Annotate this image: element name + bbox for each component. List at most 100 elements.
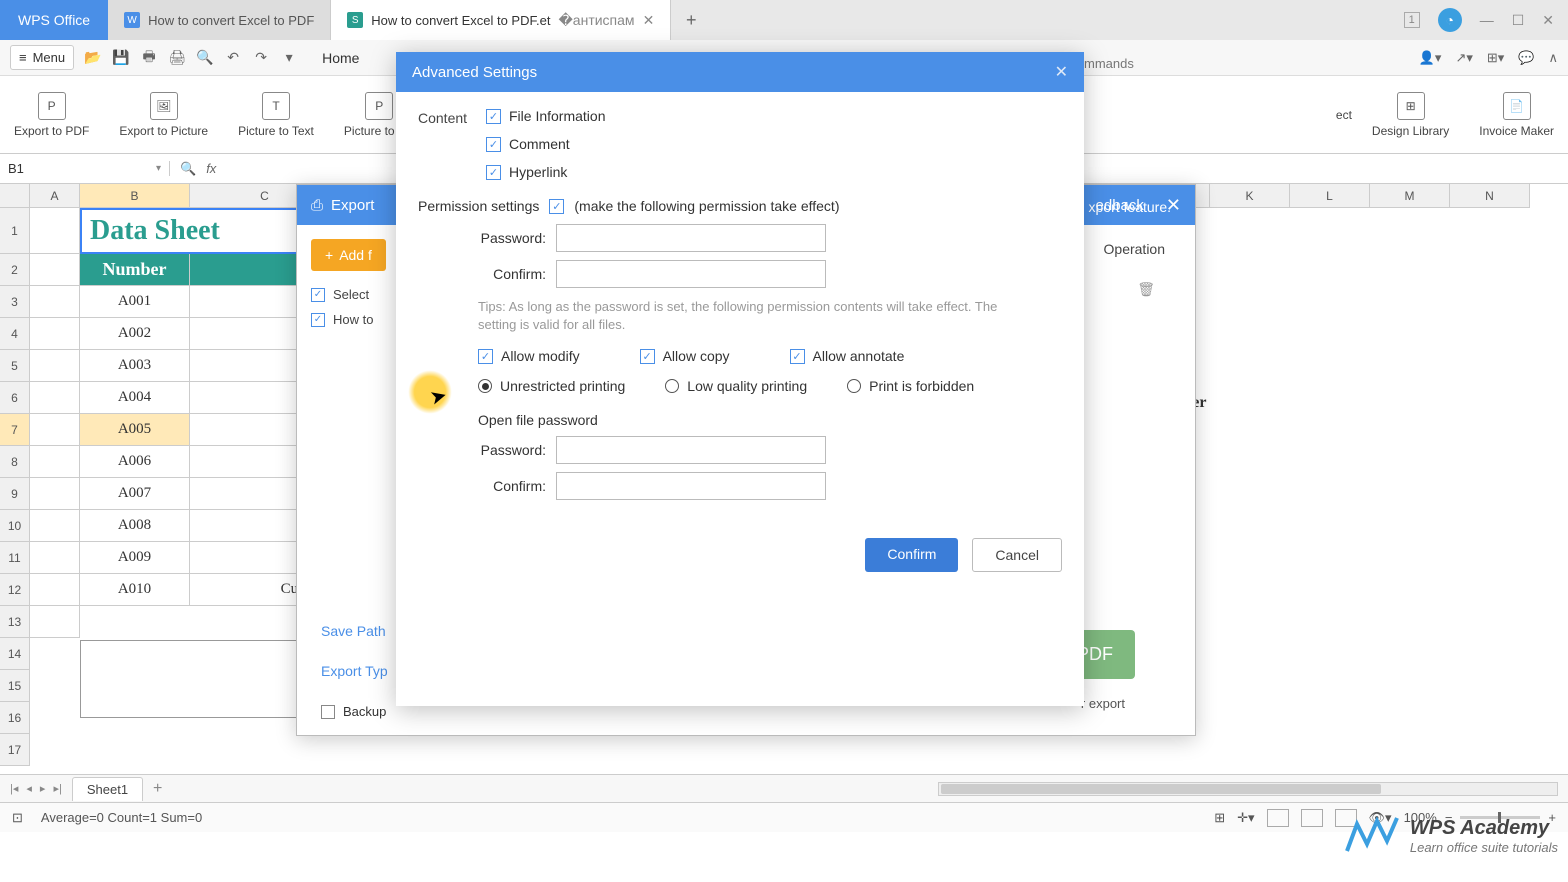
sheet-next-icon[interactable]: ▸ — [40, 782, 46, 795]
cell-mode-icon[interactable]: ⊞ — [1214, 810, 1225, 826]
row-header-1[interactable]: 1 — [0, 208, 30, 254]
cell-B12[interactable]: A010 — [80, 574, 190, 606]
row-header-17[interactable]: 17 — [0, 734, 30, 766]
save-path-link[interactable]: Save Path — [321, 623, 386, 639]
save-as-icon[interactable]: 🖶 — [140, 49, 158, 67]
doc-tab-2[interactable]: S How to convert Excel to PDF.et �антисп… — [331, 0, 671, 40]
row-header-8[interactable]: 8 — [0, 446, 30, 478]
fx-label[interactable]: fx — [206, 161, 216, 176]
name-box[interactable]: B1 ▾ — [0, 161, 170, 176]
cell-A13[interactable] — [30, 606, 80, 638]
preview-icon[interactable]: 🔍 — [196, 49, 214, 67]
user-avatar-icon[interactable]: ◔ — [1438, 8, 1462, 32]
select-all-corner[interactable] — [0, 184, 30, 208]
col-A[interactable]: A — [30, 184, 80, 208]
delete-icon[interactable]: 🗑 — [1137, 281, 1155, 298]
cell-B9[interactable]: A007 — [80, 478, 190, 510]
sheet1-tab[interactable]: Sheet1 — [72, 777, 143, 801]
col-K[interactable]: K — [1210, 184, 1290, 208]
cell-B8[interactable]: A006 — [80, 446, 190, 478]
chat-icon[interactable]: 💬 — [1518, 50, 1534, 66]
row-header-7[interactable]: 7 — [0, 414, 30, 446]
row-header-5[interactable]: 5 — [0, 350, 30, 382]
open-confirm-input[interactable] — [556, 472, 826, 500]
col-N[interactable]: N — [1450, 184, 1530, 208]
row-header-11[interactable]: 11 — [0, 542, 30, 574]
add-sheet-button[interactable]: + — [153, 780, 162, 798]
status-indicator-icon[interactable]: ⊡ — [12, 810, 23, 826]
cell-A7[interactable] — [30, 414, 80, 446]
comment-checkbox[interactable]: ✓ — [486, 137, 501, 152]
row-header-2[interactable]: 2 — [0, 254, 30, 286]
cell-B10[interactable]: A008 — [80, 510, 190, 542]
sheet-first-icon[interactable]: |◂ — [10, 782, 18, 795]
invoice-maker-button[interactable]: 📄Invoice Maker — [1479, 92, 1554, 138]
horizontal-scrollbar[interactable] — [938, 782, 1558, 796]
save-icon[interactable]: 💾 — [112, 49, 130, 67]
doc-tab-1[interactable]: W How to convert Excel to PDF — [108, 0, 331, 40]
export-pdf-button[interactable]: PExport to PDF — [14, 92, 89, 138]
minimize-icon[interactable]: — — [1480, 12, 1494, 28]
cell-A2[interactable] — [30, 254, 80, 286]
open-icon[interactable]: 📂 — [84, 49, 102, 67]
share-icon[interactable]: ↗▾ — [1455, 50, 1472, 66]
col-L[interactable]: L — [1290, 184, 1370, 208]
row-header-14[interactable]: 14 — [0, 638, 30, 670]
allow-copy-checkbox[interactable]: ✓ — [640, 349, 655, 364]
cell-A3[interactable] — [30, 286, 80, 318]
confirm-button[interactable]: Confirm — [865, 538, 958, 572]
cell-B11[interactable]: A009 — [80, 542, 190, 574]
name-box-dropdown-icon[interactable]: ▾ — [156, 163, 161, 174]
normal-view-icon[interactable] — [1267, 809, 1289, 827]
row-header-3[interactable]: 3 — [0, 286, 30, 318]
row-header-13[interactable]: 13 — [0, 606, 30, 638]
permission-password-input[interactable] — [556, 224, 826, 252]
cell-A5[interactable] — [30, 350, 80, 382]
cell-B7[interactable]: A005 — [80, 414, 190, 446]
pin-icon[interactable]: �антиспам — [558, 12, 634, 29]
undo-icon[interactable]: ↶ — [224, 49, 242, 67]
zoom-fx-icon[interactable]: 🔍 — [180, 161, 196, 177]
cell-B6[interactable]: A004 — [80, 382, 190, 414]
add-file-button[interactable]: + Add f — [311, 239, 386, 271]
row-header-6[interactable]: 6 — [0, 382, 30, 414]
row-header-10[interactable]: 10 — [0, 510, 30, 542]
low-quality-radio[interactable] — [665, 379, 679, 393]
layout-icon[interactable]: ⊞▾ — [1487, 50, 1504, 66]
allow-modify-checkbox[interactable]: ✓ — [478, 349, 493, 364]
print-icon[interactable]: 🖨 — [168, 49, 186, 67]
app-tab[interactable]: WPS Office — [0, 0, 108, 40]
counter-icon[interactable]: 1 — [1404, 12, 1420, 28]
row-header-12[interactable]: 12 — [0, 574, 30, 606]
dropdown-icon[interactable]: ▾ — [280, 49, 298, 67]
modal-close-icon[interactable]: ✕ — [1055, 62, 1068, 82]
collapse-icon[interactable]: ∧ — [1548, 50, 1558, 66]
permission-checkbox[interactable]: ✓ — [549, 199, 564, 214]
backup-checkbox[interactable] — [321, 705, 335, 719]
col-M[interactable]: M — [1370, 184, 1450, 208]
row-header-15[interactable]: 15 — [0, 670, 30, 702]
menu-button[interactable]: ≡ Menu — [10, 45, 74, 70]
cell-A6[interactable] — [30, 382, 80, 414]
cell-A12[interactable] — [30, 574, 80, 606]
redo-icon[interactable]: ↷ — [252, 49, 270, 67]
open-password-input[interactable] — [556, 436, 826, 464]
cell-A11[interactable] — [30, 542, 80, 574]
file-checkbox[interactable]: ✓ — [311, 313, 325, 327]
cell-A8[interactable] — [30, 446, 80, 478]
hyperlink-checkbox[interactable]: ✓ — [486, 165, 501, 180]
col-B[interactable]: B — [80, 184, 190, 208]
sheet-prev-icon[interactable]: ◂ — [26, 782, 32, 795]
close-tab-icon[interactable]: ✕ — [643, 12, 655, 29]
row-header-16[interactable]: 16 — [0, 702, 30, 734]
row-header-4[interactable]: 4 — [0, 318, 30, 350]
close-window-icon[interactable]: ✕ — [1542, 12, 1554, 29]
cell-B5[interactable]: A003 — [80, 350, 190, 382]
select-all-checkbox[interactable]: ✓ — [311, 288, 325, 302]
cell-A10[interactable] — [30, 510, 80, 542]
user2-icon[interactable]: 👤▾ — [1419, 50, 1442, 66]
home-tab[interactable]: Home — [322, 50, 359, 66]
file-info-checkbox[interactable]: ✓ — [486, 109, 501, 124]
row-header-9[interactable]: 9 — [0, 478, 30, 510]
new-tab-button[interactable]: + — [671, 0, 711, 40]
